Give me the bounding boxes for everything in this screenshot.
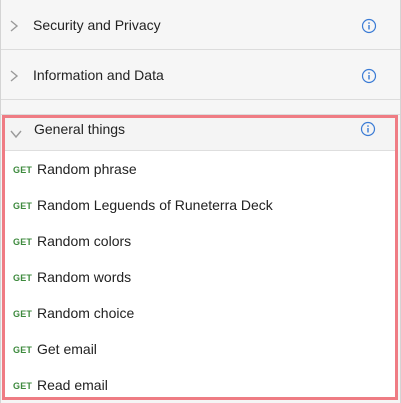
api-sidebar: Security and Privacy Information and Dat… — [0, 0, 401, 403]
method-badge: GET — [13, 273, 33, 283]
endpoint-random-choice[interactable]: GET Random choice — [5, 295, 395, 331]
section-general-header[interactable]: General things — [5, 118, 395, 151]
info-icon[interactable] — [361, 68, 377, 84]
method-badge: GET — [13, 381, 33, 391]
section-divider — [1, 100, 400, 115]
endpoint-label: Random choice — [37, 305, 135, 321]
section-title: Information and Data — [33, 67, 164, 83]
endpoint-random-words[interactable]: GET Random words — [5, 259, 395, 295]
section-information-data[interactable]: Information and Data — [1, 50, 400, 100]
method-badge: GET — [13, 345, 33, 355]
endpoint-label: Random Leguends of Runeterra Deck — [37, 197, 273, 213]
endpoint-label: Random words — [37, 269, 132, 285]
section-title: Security and Privacy — [33, 17, 161, 33]
endpoint-label: Get email — [37, 341, 97, 357]
endpoint-list: GET Random phrase GET Random Leguends of… — [5, 151, 395, 403]
section-security-privacy[interactable]: Security and Privacy — [1, 0, 400, 50]
section-title: General things — [34, 121, 126, 137]
endpoint-label: Random phrase — [37, 161, 137, 177]
endpoint-random-colors[interactable]: GET Random colors — [5, 223, 395, 259]
chevron-right-icon — [10, 20, 19, 32]
endpoint-read-email[interactable]: GET Read email — [5, 367, 395, 403]
info-icon[interactable] — [361, 18, 377, 34]
endpoint-label: Random colors — [37, 233, 132, 249]
chevron-down-icon — [10, 130, 22, 139]
section-general-things: General things GET Random phrase GET Ran… — [2, 115, 398, 400]
chevron-right-icon — [10, 70, 19, 82]
method-badge: GET — [13, 309, 33, 319]
endpoint-random-lor-deck[interactable]: GET Random Leguends of Runeterra Deck — [5, 187, 395, 223]
method-badge: GET — [13, 201, 33, 211]
method-badge: GET — [13, 237, 33, 247]
method-badge: GET — [13, 165, 33, 175]
endpoint-random-phrase[interactable]: GET Random phrase — [5, 151, 395, 187]
info-icon[interactable] — [360, 121, 376, 137]
endpoint-get-email[interactable]: GET Get email — [5, 331, 395, 367]
endpoint-label: Read email — [37, 377, 108, 393]
